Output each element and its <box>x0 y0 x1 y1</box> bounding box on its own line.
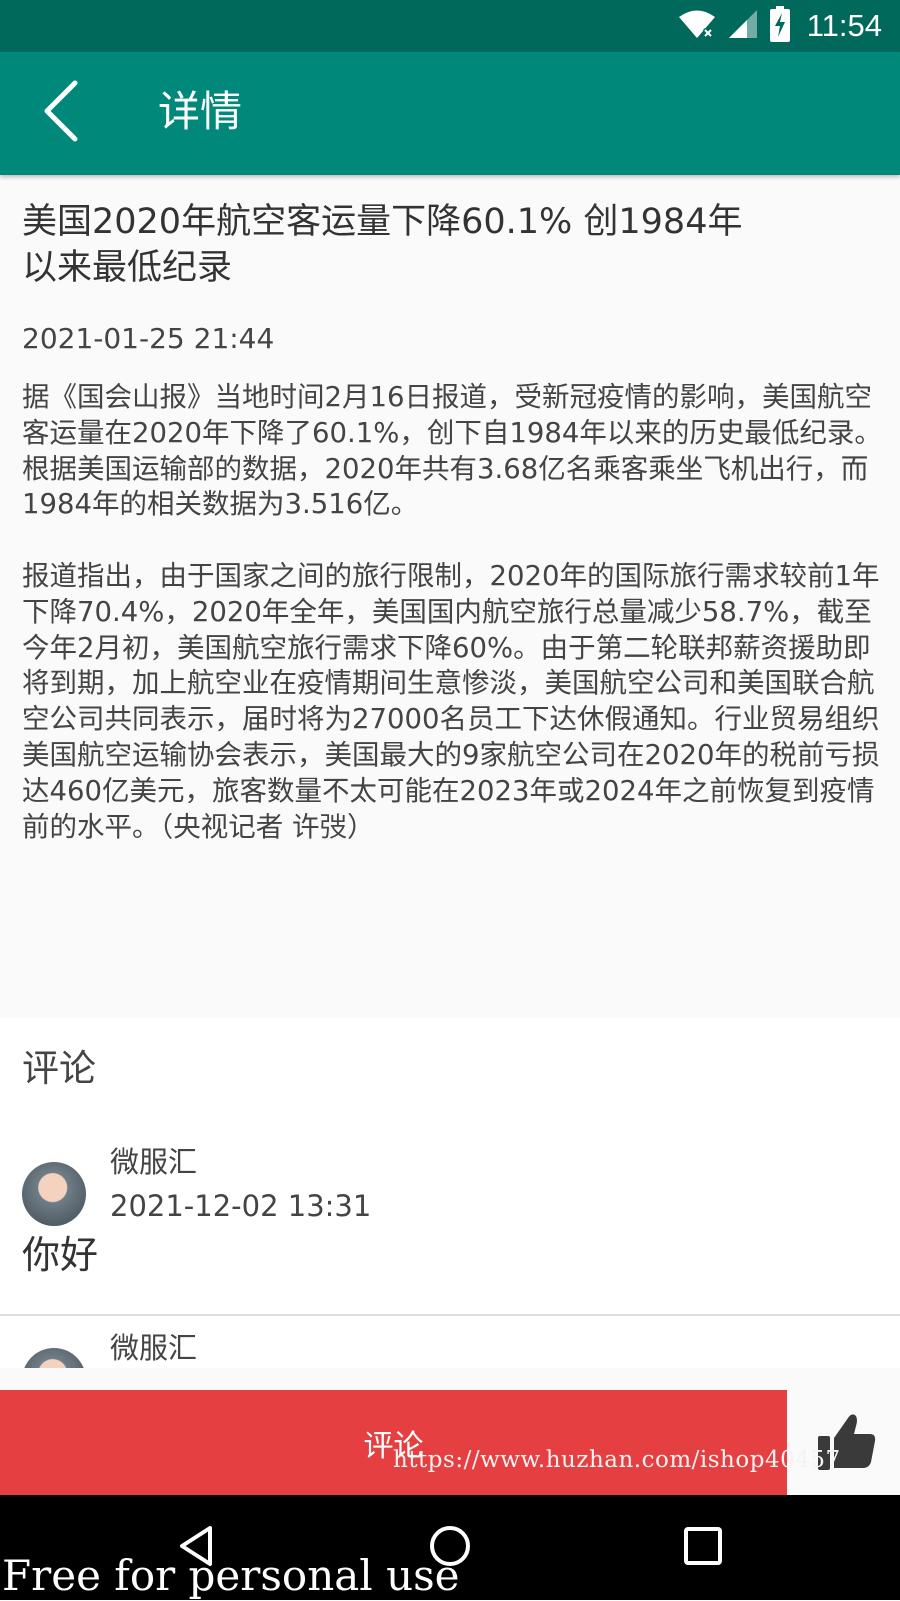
article-body: 据《国会山报》当地时间2月16日报道，受新冠疫情的影响，美国航空客运量在2020… <box>22 380 882 881</box>
avatar <box>22 1348 86 1368</box>
status-bar: 11:54 <box>0 0 900 52</box>
article: 美国2020年航空客运量下降60.1% 创1984年以来最低纪录 2021-01… <box>0 175 900 1018</box>
comments-section: 评论 微服汇 2021-12-02 13:31 你好 微服汇 <box>0 1018 900 1368</box>
comment-content: 你好 <box>22 1233 99 1277</box>
comment-time: 2021-12-02 13:31 <box>110 1189 372 1223</box>
article-paragraph: 据《国会山报》当地时间2月16日报道，受新冠疫情的影响，美国航空客运量在2020… <box>22 381 882 521</box>
watermark-text: Free for personal use <box>2 1551 460 1600</box>
comment-item: 微服汇 2021-12-02 13:31 你好 <box>0 1130 900 1316</box>
recents-square-icon <box>683 1526 723 1570</box>
back-arrow-icon <box>41 80 81 146</box>
status-time: 11:54 <box>806 8 882 43</box>
comment-username: 微服汇 <box>110 1331 198 1365</box>
avatar <box>22 1162 86 1226</box>
status-icons: 11:54 <box>677 0 882 52</box>
signal-icon <box>727 8 759 44</box>
comment-username: 微服汇 <box>110 1145 198 1179</box>
back-button[interactable] <box>28 80 94 146</box>
action-bar: 评论 <box>0 1390 900 1495</box>
comment-item: 微服汇 <box>0 1316 900 1368</box>
article-paragraph: 报道指出，由于国家之间的旅行限制，2020年的国际旅行需求较前1年下降70.4%… <box>22 559 880 843</box>
battery-charging-icon <box>769 6 791 46</box>
wifi-icon <box>677 8 717 44</box>
page-title: 详情 <box>158 87 243 136</box>
article-title: 美国2020年航空客运量下降60.1% 创1984年以来最低纪录 <box>22 202 743 288</box>
comment-button[interactable]: 评论 <box>0 1390 787 1495</box>
app-bar: 详情 <box>0 52 900 175</box>
watermark-url: https://www.huzhan.com/ishop40457 <box>393 1447 841 1473</box>
nav-recents-button[interactable] <box>670 1515 736 1581</box>
article-date: 2021-01-25 21:44 <box>22 322 275 355</box>
comments-title: 评论 <box>22 1047 96 1090</box>
